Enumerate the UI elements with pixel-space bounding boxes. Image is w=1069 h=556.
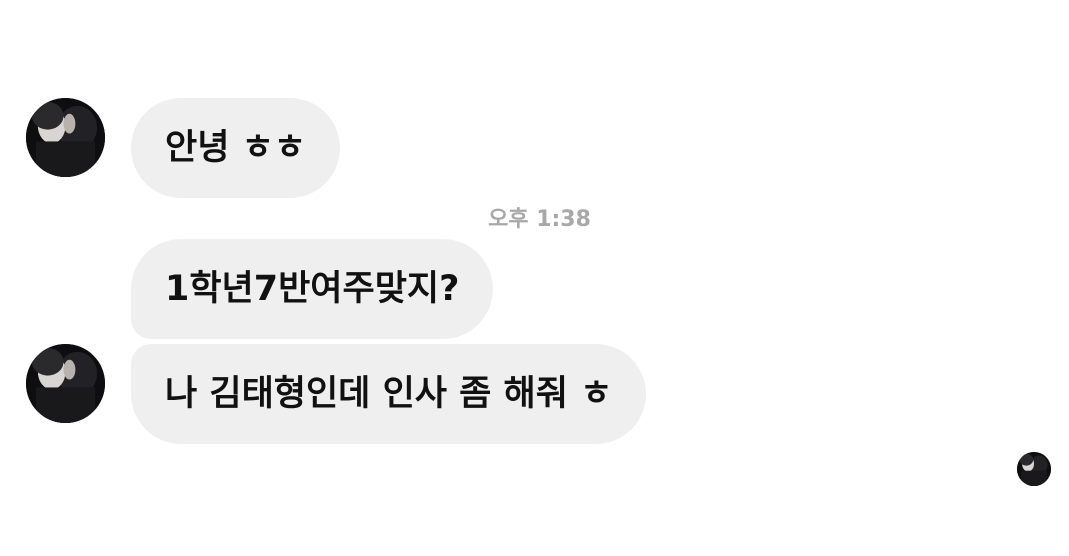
message-bubble[interactable]: 나 김태형인데 인사 좀 해줘 ㅎ <box>131 344 647 444</box>
message-bubble[interactable]: 1학년7반여주맞지? <box>131 239 494 339</box>
profile-photo-icon <box>26 98 105 177</box>
sender-avatar[interactable] <box>26 98 105 177</box>
message-timestamp: 오후 1:38 <box>488 207 591 232</box>
seen-indicator-avatar <box>1017 452 1051 486</box>
chat-thread: 안녕 ㅎㅎ 오후 1:38 1학년7반여주맞지? 나 김태형인데 인사 좀 해줘… <box>0 0 1069 556</box>
profile-photo-icon <box>26 344 105 423</box>
sender-avatar[interactable] <box>26 344 105 423</box>
profile-photo-icon <box>1017 452 1051 486</box>
message-bubble[interactable]: 안녕 ㅎㅎ <box>131 98 340 198</box>
message-text: 1학년7반여주맞지? <box>165 269 460 309</box>
message-text: 나 김태형인데 인사 좀 해줘 ㅎ <box>165 374 613 414</box>
message-text: 안녕 ㅎㅎ <box>165 128 306 168</box>
